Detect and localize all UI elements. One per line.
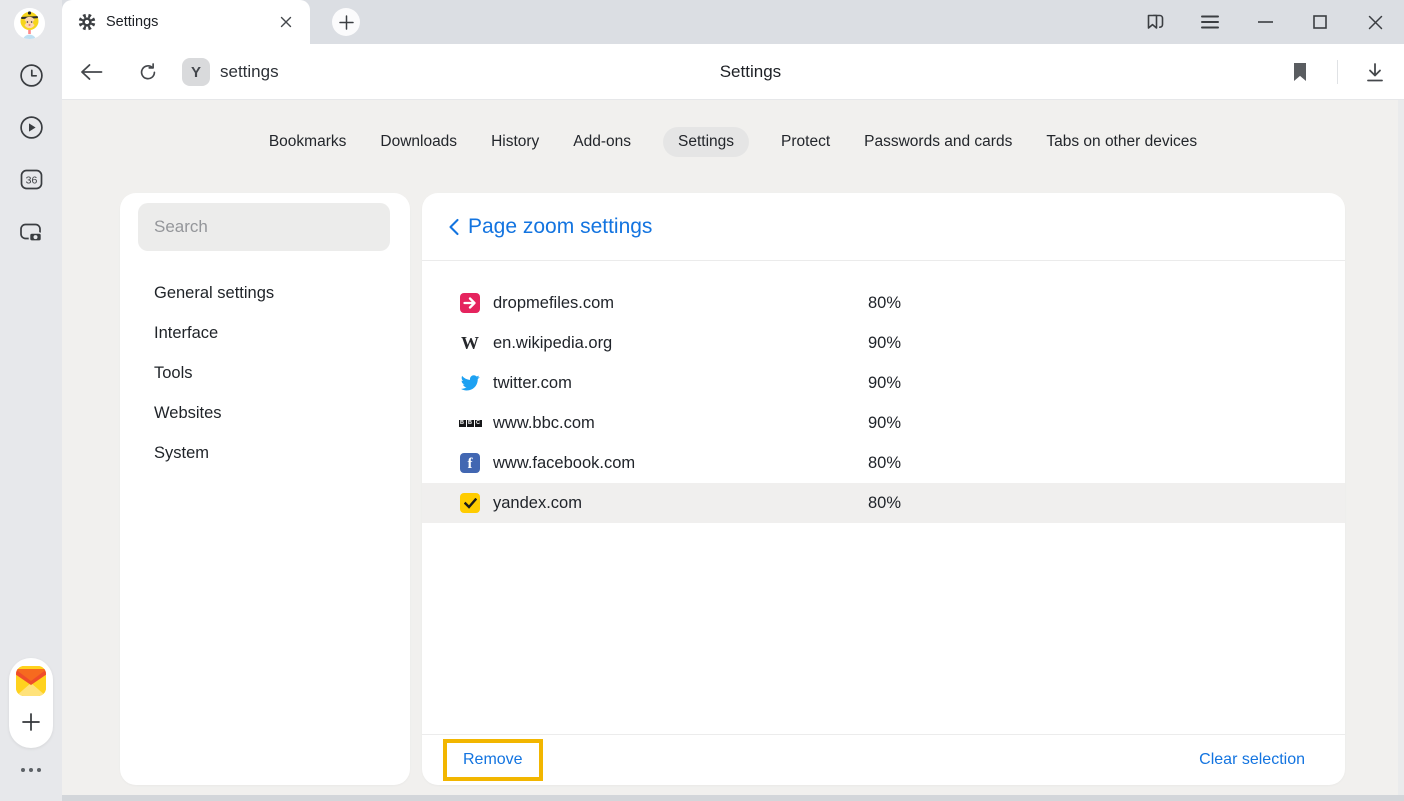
bookmark-icon[interactable] — [1288, 60, 1312, 84]
browser-window: 36 — [0, 0, 1404, 801]
back-icon[interactable] — [78, 59, 104, 85]
dropmefiles-favicon — [460, 293, 480, 313]
site-badge-letter: Y — [191, 64, 201, 81]
search-input[interactable] — [138, 203, 390, 251]
zoom-value: 80% — [868, 294, 901, 313]
reload-icon[interactable] — [135, 59, 161, 85]
close-tab-icon[interactable] — [276, 12, 296, 32]
tab-strip: Settings — [62, 0, 1404, 44]
add-app-button[interactable] — [19, 710, 43, 734]
site-row-twitter[interactable]: twitter.com 90% — [422, 363, 1345, 403]
nav-tab-history[interactable]: History — [489, 127, 541, 157]
sidebar-apps-pill — [9, 658, 53, 748]
minimize-icon[interactable] — [1253, 10, 1277, 34]
sidebar-item-tools[interactable]: Tools — [120, 353, 410, 393]
settings-page: Bookmarks Downloads History Add-ons Sett… — [62, 100, 1404, 795]
site-badge-icon[interactable]: Y — [182, 58, 210, 86]
site-name: yandex.com — [493, 494, 582, 513]
settings-nav-tabs: Bookmarks Downloads History Add-ons Sett… — [62, 127, 1404, 157]
remove-button-highlight: Remove — [443, 739, 543, 781]
toolbar-right-controls — [1288, 44, 1387, 100]
site-row-dropmefiles[interactable]: dropmefiles.com 80% — [422, 283, 1345, 323]
avatar-girl-icon — [14, 8, 45, 39]
nav-tab-addons[interactable]: Add-ons — [571, 127, 633, 157]
window-controls — [1143, 0, 1387, 44]
rail-more-button[interactable] — [21, 768, 41, 772]
page-zoom-panel: Page zoom settings dropmefiles.com 80% W… — [422, 193, 1345, 785]
window-right-edge — [1398, 100, 1404, 801]
site-name: www.bbc.com — [493, 414, 595, 433]
left-rail: 36 — [0, 0, 62, 801]
zoom-site-list: dropmefiles.com 80% W en.wikipedia.org 9… — [422, 261, 1345, 523]
zoom-value: 90% — [868, 334, 901, 353]
site-row-wikipedia[interactable]: W en.wikipedia.org 90% — [422, 323, 1345, 363]
new-tab-button[interactable] — [332, 8, 360, 36]
site-row-bbc[interactable]: BBC www.bbc.com 90% — [422, 403, 1345, 443]
zoom-value: 80% — [868, 494, 901, 513]
close-window-icon[interactable] — [1363, 10, 1387, 34]
site-row-facebook[interactable]: f www.facebook.com 80% — [422, 443, 1345, 483]
tab-counter-icon[interactable]: 36 — [18, 166, 44, 192]
nav-tab-settings[interactable]: Settings — [663, 127, 749, 157]
history-icon[interactable] — [18, 62, 44, 88]
nav-tab-passwords[interactable]: Passwords and cards — [862, 127, 1014, 157]
page-title: Settings — [720, 62, 781, 82]
sidebar-item-websites[interactable]: Websites — [120, 393, 410, 433]
gear-icon — [78, 13, 96, 31]
menu-icon[interactable] — [1198, 10, 1222, 34]
facebook-favicon: f — [460, 453, 480, 473]
settings-sidebar: General settings Interface Tools Website… — [120, 193, 410, 785]
nav-tab-downloads[interactable]: Downloads — [378, 127, 459, 157]
tab-settings[interactable]: Settings — [62, 0, 310, 44]
play-media-icon[interactable] — [18, 114, 44, 140]
download-icon[interactable] — [1363, 60, 1387, 84]
tab-count: 36 — [25, 174, 37, 186]
navigation-toolbar: Y settings Settings — [62, 44, 1404, 100]
panel-title[interactable]: Page zoom settings — [468, 215, 652, 239]
back-chevron-icon[interactable] — [442, 215, 466, 239]
zoom-value: 90% — [868, 414, 901, 433]
site-row-yandex-selected[interactable]: yandex.com 80% — [422, 483, 1345, 523]
panel-header: Page zoom settings — [422, 193, 1345, 261]
site-name: twitter.com — [493, 374, 572, 393]
nav-tab-other-devices[interactable]: Tabs on other devices — [1044, 127, 1199, 157]
window-bottom-edge — [0, 795, 1404, 801]
sidebar-item-system[interactable]: System — [120, 433, 410, 473]
tab-title: Settings — [106, 14, 276, 30]
address-bar-text[interactable]: settings — [220, 62, 279, 82]
nav-tab-protect[interactable]: Protect — [779, 127, 832, 157]
clear-selection-button[interactable]: Clear selection — [1199, 751, 1305, 769]
plus-icon — [339, 15, 354, 30]
sidebar-item-general-settings[interactable]: General settings — [120, 273, 410, 313]
remove-button[interactable]: Remove — [463, 751, 523, 768]
screenshot-icon[interactable] — [18, 219, 44, 245]
site-name: en.wikipedia.org — [493, 334, 612, 353]
toolbar-divider — [1337, 60, 1338, 84]
bookmarks-panel-icon[interactable] — [1143, 10, 1167, 34]
site-name: www.facebook.com — [493, 454, 635, 473]
sidebar-item-interface[interactable]: Interface — [120, 313, 410, 353]
selected-checkbox-icon[interactable] — [460, 493, 480, 513]
zoom-value: 80% — [868, 454, 901, 473]
panel-footer: Remove Clear selection — [422, 734, 1345, 785]
bbc-favicon: BBC — [459, 420, 482, 427]
sidebar-menu: General settings Interface Tools Website… — [120, 273, 410, 473]
site-name: dropmefiles.com — [493, 294, 614, 313]
nav-tab-bookmarks[interactable]: Bookmarks — [267, 127, 349, 157]
yandex-mail-icon[interactable] — [16, 666, 46, 696]
twitter-favicon — [460, 373, 480, 393]
user-avatar[interactable] — [14, 8, 45, 39]
maximize-icon[interactable] — [1308, 10, 1332, 34]
zoom-value: 90% — [868, 374, 901, 393]
wikipedia-favicon: W — [461, 333, 479, 353]
